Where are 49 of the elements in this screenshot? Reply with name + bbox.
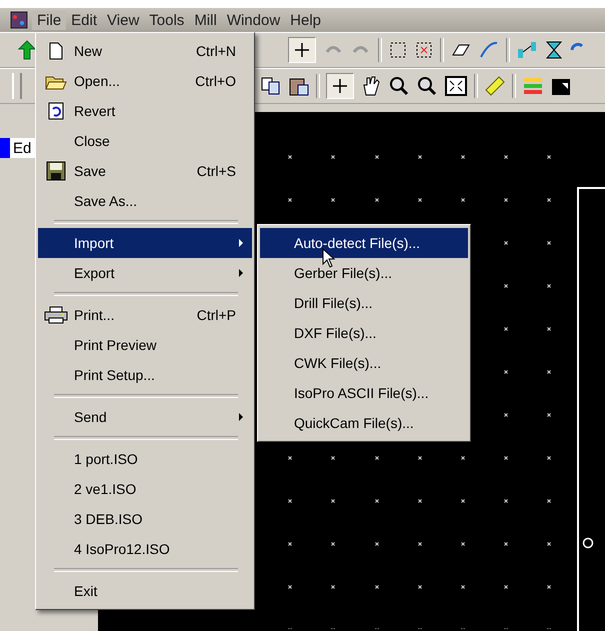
- toolbar-grip[interactable]: [12, 73, 22, 99]
- menu-item[interactable]: Print Preview: [38, 330, 252, 360]
- menu-item[interactable]: Open... Ctrl+O: [38, 66, 252, 96]
- menu-item[interactable]: Mill: [189, 10, 222, 30]
- menu-item[interactable]: Save As...: [38, 186, 252, 216]
- menu-item[interactable]: Gerber File(s)...: [260, 258, 468, 288]
- plus-icon[interactable]: [288, 37, 316, 63]
- menu-item[interactable]: Save Ctrl+S: [38, 156, 252, 186]
- app-icon[interactable]: [10, 11, 28, 29]
- menu-item[interactable]: DXF File(s)...: [260, 318, 468, 348]
- zoom-in-icon[interactable]: [388, 75, 410, 97]
- hourglass-icon[interactable]: [544, 40, 564, 60]
- menu-item[interactable]: Help: [285, 10, 326, 30]
- menu-item[interactable]: CWK File(s)...: [260, 348, 468, 378]
- menu-item[interactable]: Send: [38, 402, 252, 432]
- menu-item[interactable]: Print... Ctrl+P: [38, 300, 252, 330]
- menu-item[interactable]: File: [32, 10, 66, 30]
- menu-item[interactable]: Exit: [38, 576, 252, 606]
- menu-item[interactable]: 3 DEB.ISO: [38, 504, 252, 534]
- menu-item[interactable]: QuickCam File(s)...: [260, 408, 468, 438]
- menu-item[interactable]: Drill File(s)...: [260, 288, 468, 318]
- fit-icon[interactable]: [444, 75, 468, 97]
- menu-item[interactable]: Tools: [144, 10, 190, 30]
- connect-icon[interactable]: [516, 40, 538, 60]
- menu-item[interactable]: Print Setup...: [38, 360, 252, 390]
- menu-item[interactable]: 4 IsoPro12.ISO: [38, 534, 252, 564]
- menu-item[interactable]: Export: [38, 258, 252, 288]
- copy-icon[interactable]: [260, 76, 282, 96]
- menu-item[interactable]: 1 port.ISO: [38, 444, 252, 474]
- revert-icon: [48, 102, 64, 120]
- menu-item[interactable]: IsoPro ASCII File(s)...: [260, 378, 468, 408]
- layers-icon[interactable]: [522, 75, 544, 97]
- menu-item[interactable]: 2 ve1.ISO: [38, 474, 252, 504]
- menu-item[interactable]: Auto-detect File(s)...: [260, 228, 468, 258]
- ruler-icon[interactable]: [484, 75, 506, 97]
- plus-icon[interactable]: [326, 73, 354, 99]
- menu-item[interactable]: New Ctrl+N: [38, 36, 252, 66]
- cursor-icon: [322, 248, 336, 269]
- printer-icon: [44, 306, 68, 324]
- menu-item[interactable]: Edit: [66, 10, 102, 30]
- document-icon: [49, 42, 63, 60]
- menu-item[interactable]: View: [102, 10, 144, 30]
- circle-marker: [582, 537, 594, 549]
- menu-item[interactable]: Revert: [38, 96, 252, 126]
- select-icon[interactable]: [388, 40, 408, 60]
- menu-item[interactable]: Window: [222, 10, 286, 30]
- zoom-out-icon[interactable]: [416, 75, 438, 97]
- delete-selection-icon[interactable]: [414, 40, 434, 60]
- menu-item[interactable]: Import: [38, 228, 252, 258]
